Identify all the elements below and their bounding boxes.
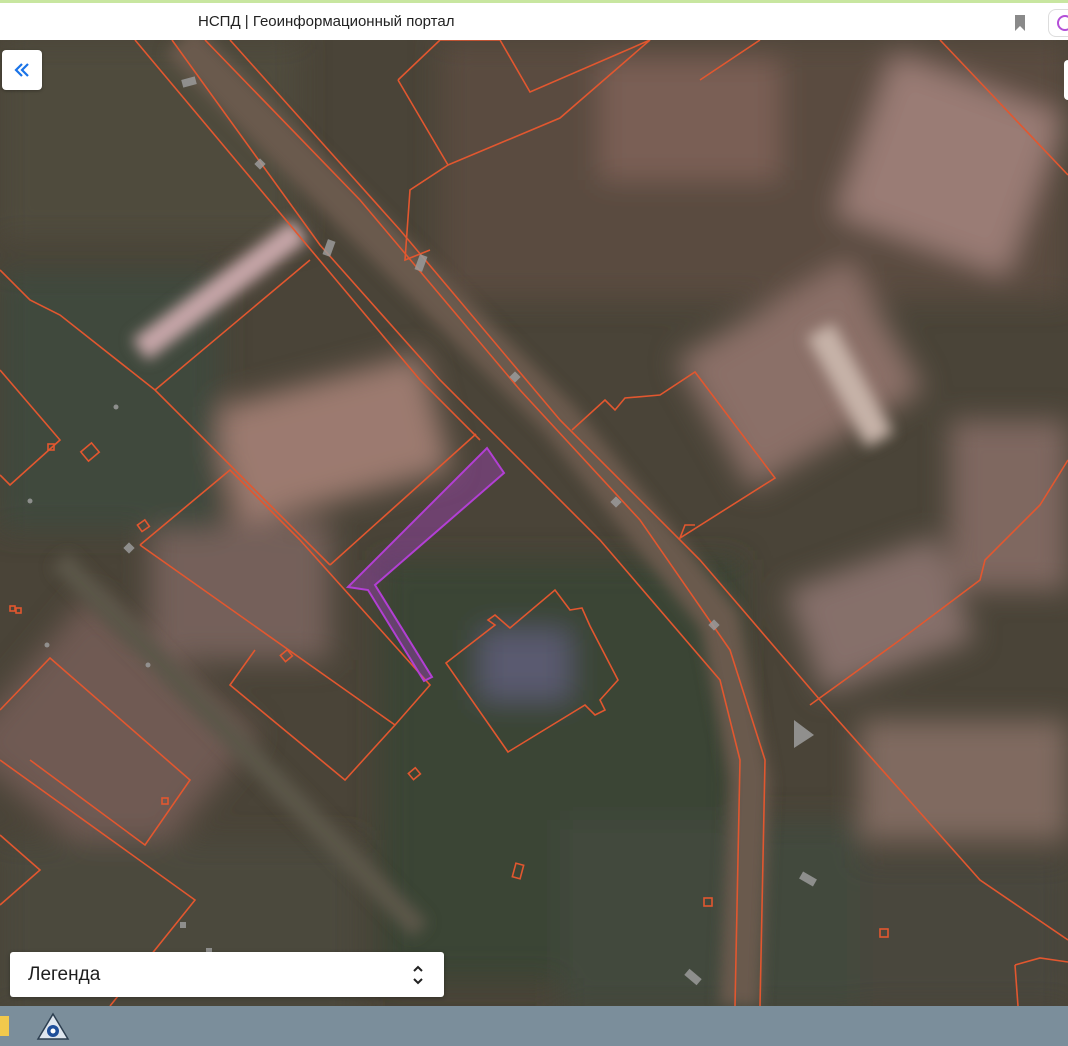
legend-label: Легенда <box>28 964 101 985</box>
tab-title: НСПД | Геоинформационный портал <box>198 13 455 30</box>
right-panel-edge[interactable] <box>1064 60 1068 100</box>
browser-titlebar: НСПД | Геоинформационный портал <box>0 0 1068 40</box>
os-taskbar <box>0 1006 1068 1046</box>
map-viewport[interactable] <box>0 40 1068 1006</box>
folder-icon[interactable] <box>0 1016 9 1036</box>
chevron-up-down-icon <box>413 965 423 985</box>
gis-app-icon[interactable] <box>36 1012 70 1042</box>
bookmark-icon[interactable] <box>1012 14 1028 32</box>
collapse-panel-button[interactable] <box>2 50 42 90</box>
legend-panel[interactable]: Легенда <box>10 952 444 997</box>
alice-assistant-icon[interactable] <box>1048 9 1068 37</box>
double-chevron-left-icon <box>14 63 29 77</box>
selected-parcel[interactable] <box>0 40 1068 1006</box>
